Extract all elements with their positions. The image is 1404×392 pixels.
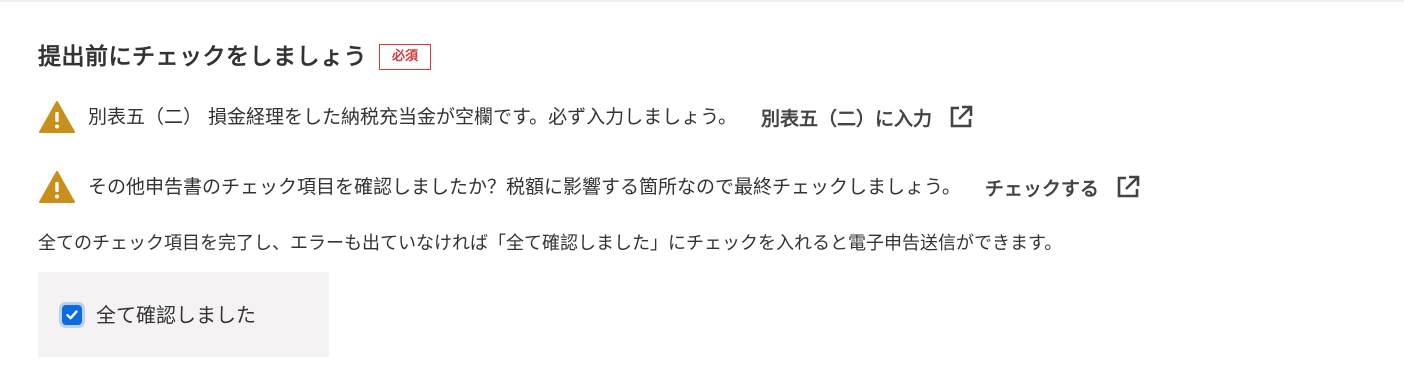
external-link-icon bbox=[950, 105, 973, 128]
instruction-text: 全てのチェック項目を完了し、エラーも出ていなければ「全て確認しました」にチェック… bbox=[38, 233, 1063, 254]
check-message: 別表五（二） 損金経理をした納税充当金が空欄です。必ず入力しましょう。 bbox=[88, 106, 738, 128]
confirm-all-checkbox[interactable]: 全て確認しました bbox=[62, 300, 256, 330]
confirm-panel: 全て確認しました bbox=[38, 272, 329, 357]
top-divider bbox=[0, 0, 1404, 2]
enter-schedule5-link[interactable]: 別表五（二）に入力 bbox=[761, 104, 974, 131]
link-label: 別表五（二）に入力 bbox=[761, 107, 933, 130]
page-title: 提出前にチェックをしましょう bbox=[38, 44, 367, 70]
checkmark-icon bbox=[66, 309, 78, 319]
check-item-other: その他申告書のチェック項目を確認しましたか？税額に影響する箇所なので最終チェック… bbox=[38, 169, 1141, 205]
required-badge: 必須 bbox=[379, 44, 432, 70]
warning-icon bbox=[39, 171, 75, 203]
warning-icon bbox=[39, 101, 75, 133]
section-header: 提出前にチェックをしましょう 必須 bbox=[38, 40, 432, 74]
external-link-icon bbox=[1117, 175, 1140, 198]
check-item-schedule5: 別表五（二） 損金経理をした納税充当金が空欄です。必ず入力しましょう。 別表五（… bbox=[38, 99, 974, 135]
check-link[interactable]: チェックする bbox=[985, 174, 1141, 201]
check-message: その他申告書のチェック項目を確認しましたか？税額に影響する箇所なので最終チェック… bbox=[88, 176, 961, 198]
confirm-label: 全て確認しました bbox=[96, 302, 256, 327]
checkbox-checked[interactable] bbox=[62, 304, 82, 325]
link-label: チェックする bbox=[984, 177, 1099, 200]
